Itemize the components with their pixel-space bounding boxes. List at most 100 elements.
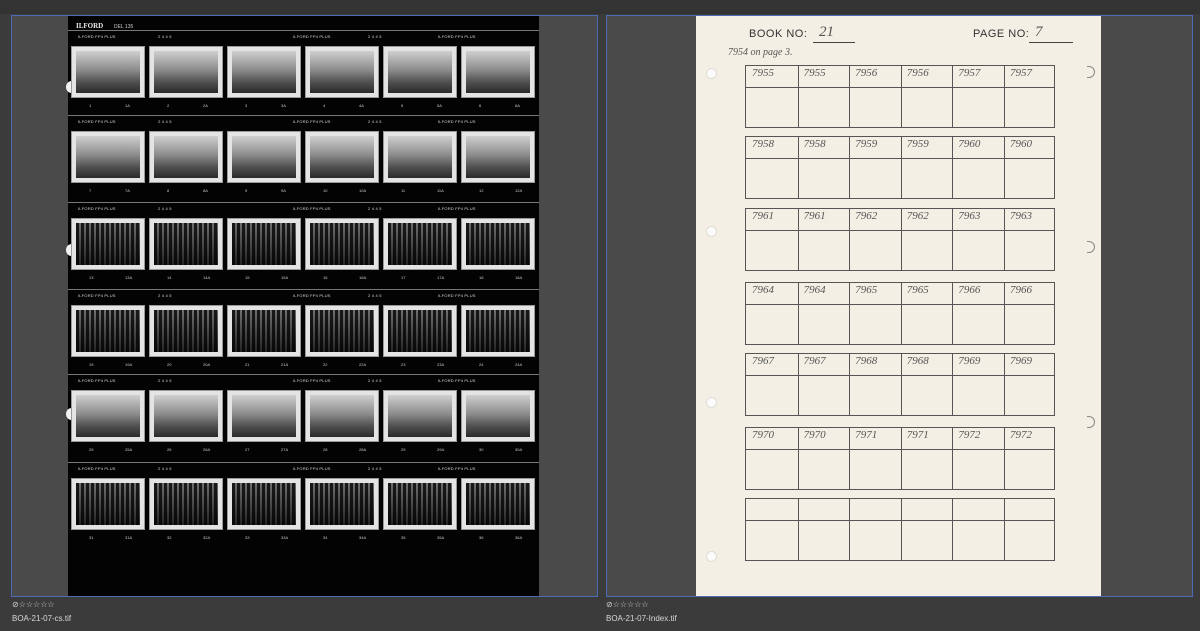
frame-number: 28 <box>323 447 328 452</box>
frame-number: 25A <box>125 447 133 452</box>
frame-photo <box>388 51 452 93</box>
frame-number: 27 <box>245 447 250 452</box>
frame-number: 20A <box>203 362 211 367</box>
frame-photo <box>76 310 140 352</box>
negative-number: 7968 <box>906 355 929 367</box>
film-edge-text: ILFORD FP4 PLUS <box>293 206 331 211</box>
frame-number: 23 <box>401 362 406 367</box>
frame-number: 4 <box>323 103 326 108</box>
frame-number: 27A <box>281 447 289 452</box>
frame-number: 16 <box>323 275 328 280</box>
film-edge-text: 2 4 4 5 <box>158 466 172 471</box>
film-edge-text: 2 4 4 5 <box>368 378 382 383</box>
frame-number: 17A <box>437 275 445 280</box>
contact-frame <box>305 46 379 98</box>
negative-number: 7961 <box>752 210 774 222</box>
contact-frame <box>227 218 301 270</box>
negative-number: 7965 <box>906 284 929 296</box>
film-edge-text: 2 4 4 5 <box>158 206 172 211</box>
index-sheet-image: BOOK NO: 21 PAGE NO: 7 7954 on page 3. 7… <box>696 16 1101 596</box>
contact-frame <box>227 131 301 183</box>
contact-frame <box>383 390 457 442</box>
index-grid-block: 7967 7967 7968 7968 7969 7969 <box>745 353 1055 416</box>
negative-number: 7967 <box>752 355 774 367</box>
negative-number: 7966 <box>1010 284 1032 296</box>
grid-divider <box>1004 499 1005 560</box>
frame-photo <box>76 223 140 265</box>
negative-number: 7957 <box>958 67 981 79</box>
thumbnail-cell-index-sheet[interactable]: BOOK NO: 21 PAGE NO: 7 7954 on page 3. 7… <box>606 15 1193 597</box>
punch-hole <box>706 397 717 408</box>
frame-number: 18 <box>479 275 484 280</box>
negative-number: 7959 <box>855 138 878 150</box>
frame-number: 15A <box>281 275 289 280</box>
film-edge-text: 2 4 4 5 <box>158 378 172 383</box>
grid-divider <box>849 499 851 560</box>
negative-number: 7962 <box>906 210 929 222</box>
frame-number: 29A <box>437 447 445 452</box>
frame-photo <box>310 136 374 178</box>
index-grid-block: 7958 7958 7959 7959 7960 7960 <box>745 136 1055 199</box>
negative-number: 7960 <box>958 138 981 150</box>
film-strip-row: ILFORD FP4 PLUS 2 4 4 5 ILFORD FP4 PLUS 2 4… <box>68 374 539 463</box>
rating-stars[interactable]: ⊘☆☆☆☆☆ <box>12 600 71 610</box>
frame-number: 15 <box>245 275 250 280</box>
grid-divider <box>797 499 799 560</box>
negative-number: 7955 <box>752 67 774 79</box>
film-edge-text: ILFORD FP4 PLUS <box>78 466 116 471</box>
contact-sheet-image: ILFORD DEL 135 ILFORD FP4 PLUS 2 4 4 5 ILF… <box>66 16 539 596</box>
caption-contact-sheet: ⊘☆☆☆☆☆ BOA-21-07-cs.tif <box>12 600 71 626</box>
frame-number: 25 <box>89 447 94 452</box>
index-grid-block: 7955 7955 7956 7956 7957 7957 <box>745 65 1055 128</box>
frame-photo <box>466 395 530 437</box>
page-number-value: 7 <box>1035 24 1043 40</box>
contact-frame <box>149 131 223 183</box>
contact-frame <box>305 478 379 530</box>
contact-frame <box>71 218 145 270</box>
grid-divider <box>952 499 954 560</box>
contact-frame <box>149 46 223 98</box>
filename-label[interactable]: BOA-21-07-Index.tif <box>606 614 677 623</box>
underline <box>1029 42 1073 43</box>
film-strip-row: ILFORD FP4 PLUS 2 4 4 5 ILFORD FP4 PLUS 2 4… <box>68 202 539 291</box>
negative-number: 7971 <box>906 429 929 441</box>
frame-number: 7A <box>125 188 130 193</box>
frame-number: 34A <box>359 535 367 540</box>
film-edge-text: ILFORD FP4 PLUS <box>438 293 476 298</box>
negative-number: 7960 <box>1010 138 1032 150</box>
contact-frame <box>149 305 223 357</box>
frame-number: 22 <box>323 362 328 367</box>
frame-number: 33 <box>245 535 250 540</box>
negative-number: 7963 <box>1010 210 1032 222</box>
contact-frame <box>305 305 379 357</box>
frame-photo <box>388 223 452 265</box>
film-brand: ILFORD <box>76 22 104 30</box>
negative-number: 7972 <box>1010 429 1032 441</box>
filename-label[interactable]: BOA-21-07-cs.tif <box>12 614 71 623</box>
handwritten-note: 7954 on page 3. <box>728 47 793 58</box>
frame-photo <box>310 310 374 352</box>
rating-stars[interactable]: ⊘☆☆☆☆☆ <box>606 600 677 610</box>
punch-hole <box>706 68 717 79</box>
frame-photo <box>310 51 374 93</box>
frame-number: 18A <box>515 275 523 280</box>
binder-clip-mark <box>1087 416 1095 428</box>
film-edge-text: ILFORD FP4 PLUS <box>78 119 116 124</box>
thumbnail-cell-contact-sheet[interactable]: ILFORD DEL 135 ILFORD FP4 PLUS 2 4 4 5 ILF… <box>11 15 598 597</box>
frame-photo <box>154 483 218 525</box>
film-edge <box>68 374 539 375</box>
frame-number: 6A <box>515 103 520 108</box>
frame-number: 10A <box>359 188 367 193</box>
film-strip-row: ILFORD FP4 PLUS 2 4 4 5 ILFORD FP4 PLUS 2 4… <box>68 289 539 378</box>
frame-number: 9 <box>245 188 248 193</box>
negative-number: 7972 <box>958 429 981 441</box>
film-edge-text: ILFORD FP4 PLUS <box>438 466 476 471</box>
frame-number: 9A <box>281 188 286 193</box>
frame-number: 5A <box>437 103 442 108</box>
frame-number: 32 <box>167 535 172 540</box>
film-edge-text: ILFORD FP4 PLUS <box>438 119 476 124</box>
frame-number: 13 <box>89 275 94 280</box>
film-edge-text: ILFORD FP4 PLUS <box>78 34 116 39</box>
frame-number: 5 <box>401 103 404 108</box>
negative-number: 7959 <box>906 138 929 150</box>
